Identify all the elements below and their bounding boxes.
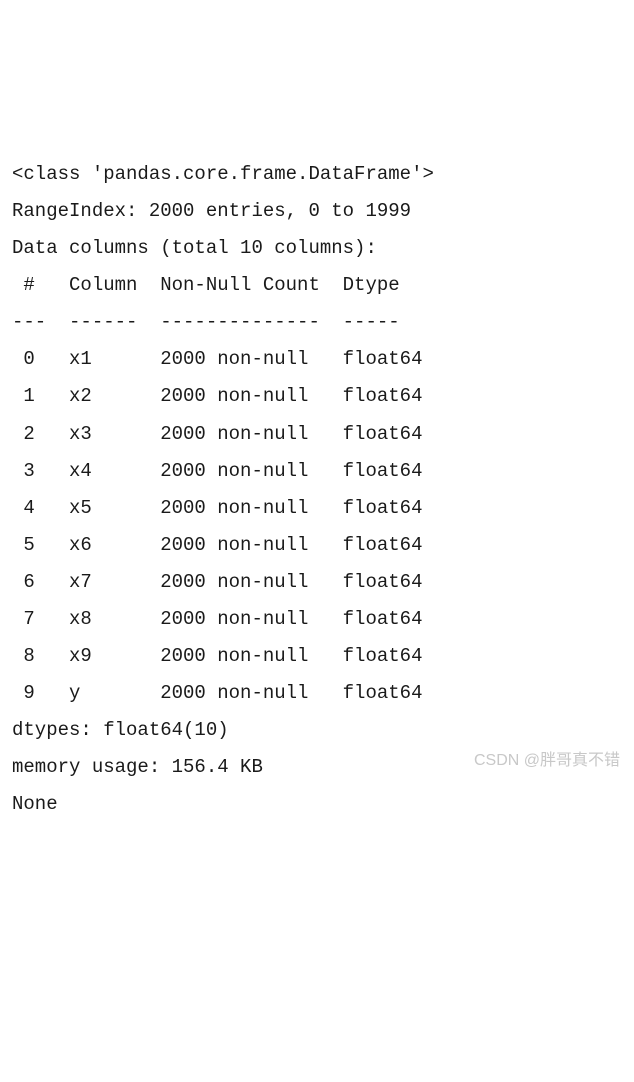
table-row: 9 y 2000 non-null float64 [12,675,622,712]
data-columns-line: Data columns (total 10 columns): [12,230,622,267]
none-line: None [12,786,622,823]
table-row: 3 x4 2000 non-null float64 [12,453,622,490]
table-row: 1 x2 2000 non-null float64 [12,378,622,415]
divider-line: --- ------ -------------- ----- [12,304,622,341]
table-row: 8 x9 2000 non-null float64 [12,638,622,675]
dtypes-line: dtypes: float64(10) [12,712,622,749]
table-row: 7 x8 2000 non-null float64 [12,601,622,638]
watermark: CSDN @胖哥真不错 [474,745,620,776]
table-row: 5 x6 2000 non-null float64 [12,527,622,564]
column-header-line: # Column Non-Null Count Dtype [12,267,622,304]
table-row: 6 x7 2000 non-null float64 [12,564,622,601]
table-row: 0 x1 2000 non-null float64 [12,341,622,378]
class-line: <class 'pandas.core.frame.DataFrame'> [12,156,622,193]
table-row: 4 x5 2000 non-null float64 [12,490,622,527]
table-row: 2 x3 2000 non-null float64 [12,416,622,453]
range-index-line: RangeIndex: 2000 entries, 0 to 1999 [12,193,622,230]
